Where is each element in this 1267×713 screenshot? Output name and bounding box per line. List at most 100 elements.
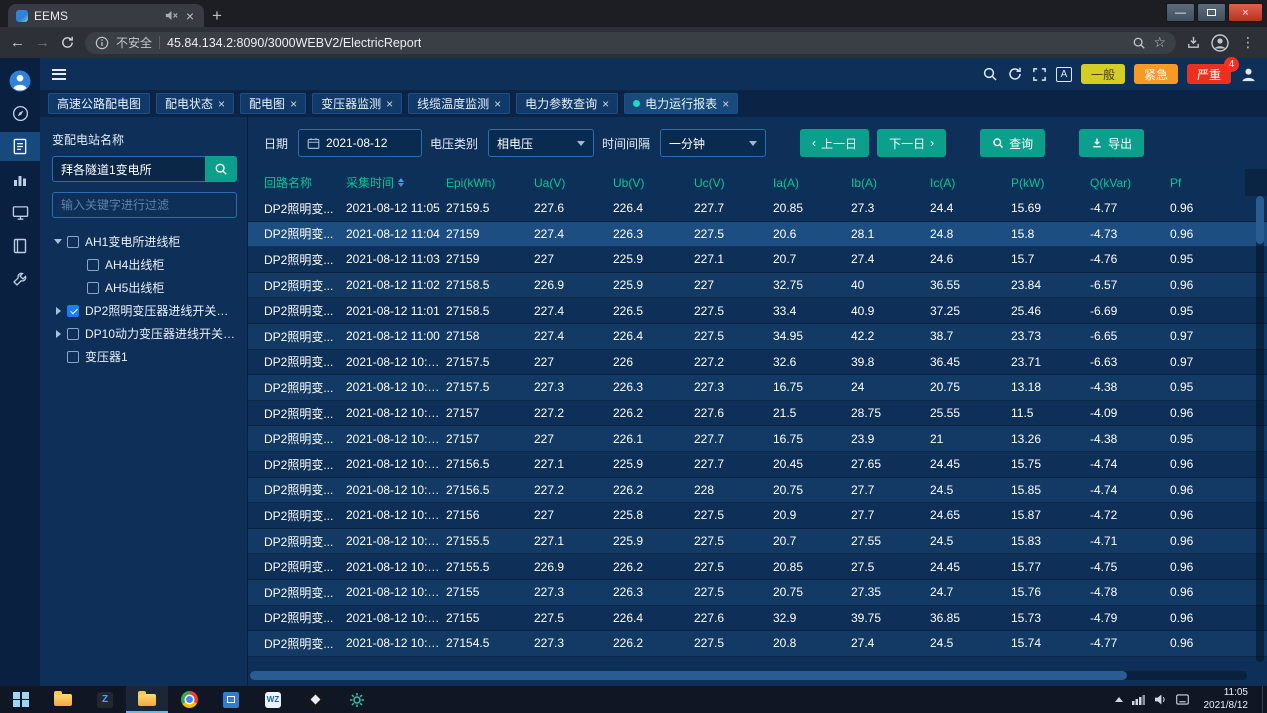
profile-avatar-icon[interactable] xyxy=(1211,34,1229,52)
table-row[interactable]: DP2照明变...2021-08-12 11:0327159227225.922… xyxy=(248,247,1267,273)
tree-item-label[interactable]: AH5出线柜 xyxy=(105,279,164,296)
station-search-button[interactable] xyxy=(205,156,237,182)
window-close-button[interactable]: × xyxy=(1228,3,1263,22)
workspace-tab[interactable]: 线缆温度监测× xyxy=(408,93,510,114)
sort-ascending-icon[interactable] xyxy=(398,178,404,182)
tree-item-label[interactable]: AH1变电所进线柜 xyxy=(85,233,180,250)
tab-close-icon[interactable]: × xyxy=(494,98,501,110)
vertical-scrollbar[interactable] xyxy=(1256,196,1264,662)
table-row[interactable]: DP2照明变...2021-08-12 10:5127155.5226.9226… xyxy=(248,554,1267,580)
taskbar-app-z-icon[interactable]: Z xyxy=(84,686,126,713)
blue-window-app-icon[interactable] xyxy=(210,686,252,713)
voltage-type-select[interactable]: 相电压 xyxy=(488,129,594,157)
station-search-input[interactable] xyxy=(52,156,205,182)
new-tab-button[interactable]: + xyxy=(212,7,222,24)
report-icon[interactable] xyxy=(0,132,40,161)
tree-checkbox[interactable] xyxy=(67,236,79,248)
table-row[interactable]: DP2照明变...2021-08-12 10:5227155.5227.1225… xyxy=(248,529,1267,555)
browser-tab[interactable]: EEMS × xyxy=(8,4,204,27)
refresh-button[interactable] xyxy=(60,35,75,50)
workspace-tab[interactable]: 配电状态× xyxy=(156,93,234,114)
network-icon[interactable] xyxy=(1132,694,1145,705)
column-header[interactable]: Epi(kWh) xyxy=(446,176,534,190)
tab-close-icon[interactable]: × xyxy=(722,98,729,110)
column-header[interactable]: Ua(V) xyxy=(534,176,613,190)
refresh-icon[interactable] xyxy=(1007,66,1023,82)
info-icon[interactable] xyxy=(95,36,109,50)
tree-item[interactable]: AH5出线柜 xyxy=(52,276,237,299)
column-header[interactable]: Ic(A) xyxy=(930,176,1011,190)
tab-close-icon[interactable]: × xyxy=(290,98,297,110)
table-row[interactable]: DP2照明变...2021-08-12 10:5627157227226.122… xyxy=(248,426,1267,452)
tree-checkbox[interactable] xyxy=(67,328,79,340)
menu-toggle-icon[interactable] xyxy=(52,69,66,80)
column-header[interactable]: Uc(V) xyxy=(694,176,773,190)
language-icon[interactable]: A xyxy=(1056,67,1072,82)
chrome-icon[interactable] xyxy=(168,686,210,713)
prev-day-button[interactable]: ‹ 上一日 xyxy=(800,129,869,157)
tray-expand-icon[interactable] xyxy=(1115,697,1123,702)
tab-audio-muted-icon[interactable] xyxy=(165,10,178,21)
browser-menu-icon[interactable]: ⋮ xyxy=(1239,34,1257,51)
forward-button[interactable]: → xyxy=(35,35,50,50)
alert-critical-button[interactable]: 严重 4 xyxy=(1187,64,1231,84)
tree-item[interactable]: AH1变电所进线柜 xyxy=(52,230,237,253)
taskbar-clock[interactable]: 11:05 2021/8/12 xyxy=(1198,687,1255,712)
column-header[interactable]: Q(kVar) xyxy=(1090,176,1170,190)
table-row[interactable]: DP2照明变...2021-08-12 10:4927155227.5226.4… xyxy=(248,606,1267,632)
sort-descending-icon[interactable] xyxy=(398,183,404,187)
workspace-tab[interactable]: 电力运行报表× xyxy=(624,93,738,114)
table-row[interactable]: DP2照明变...2021-08-12 11:0527159.5227.6226… xyxy=(248,196,1267,222)
bookmark-star-icon[interactable]: ☆ xyxy=(1153,34,1166,51)
search-icon[interactable] xyxy=(982,66,998,82)
dark-app-icon[interactable] xyxy=(294,686,336,713)
table-row[interactable]: DP2照明变...2021-08-12 10:5327156227225.822… xyxy=(248,503,1267,529)
tree-item-label[interactable]: DP10动力变压器进线开关及控制室 xyxy=(85,325,237,342)
column-header[interactable]: Ub(V) xyxy=(613,176,694,190)
workspace-tab[interactable]: 高速公路配电图 xyxy=(48,93,150,114)
address-bar[interactable]: 不安全 45.84.134.2:8090/3000WEBV2/ElectricR… xyxy=(85,32,1176,54)
table-row[interactable]: DP2照明变...2021-08-12 11:0027158227.4226.4… xyxy=(248,324,1267,350)
table-row[interactable]: DP2照明变...2021-08-12 11:0227158.5226.9225… xyxy=(248,273,1267,299)
tree-item[interactable]: 变压器1 xyxy=(52,345,237,368)
tree-item[interactable]: AH4出线柜 xyxy=(52,253,237,276)
tree-filter-input[interactable] xyxy=(52,192,237,218)
interval-select[interactable]: 一分钟 xyxy=(660,129,766,157)
workspace-tab[interactable]: 变压器监测× xyxy=(312,93,402,114)
tab-close-icon[interactable]: × xyxy=(218,98,225,110)
compass-icon[interactable] xyxy=(0,99,40,128)
vertical-scrollbar-thumb[interactable] xyxy=(1256,196,1264,244)
zoom-icon[interactable] xyxy=(1132,36,1146,50)
settings-gear-icon[interactable] xyxy=(336,686,378,713)
table-row[interactable]: DP2照明变...2021-08-12 10:5527156.5227.1225… xyxy=(248,452,1267,478)
tree-checkbox[interactable] xyxy=(87,259,99,271)
tools-icon[interactable] xyxy=(0,264,40,293)
tab-close-icon[interactable]: × xyxy=(184,9,196,23)
horizontal-scrollbar-thumb[interactable] xyxy=(250,671,1127,680)
back-button[interactable]: ← xyxy=(10,35,25,50)
open-folder-icon[interactable] xyxy=(126,686,168,713)
column-header[interactable]: Ia(A) xyxy=(773,176,851,190)
column-header[interactable]: 采集时间 xyxy=(346,174,446,191)
column-header[interactable]: P(kW) xyxy=(1011,176,1090,190)
date-picker[interactable]: 2021-08-12 xyxy=(298,129,422,157)
bar-chart-icon[interactable] xyxy=(0,165,40,194)
security-label[interactable]: 不安全 xyxy=(116,34,152,51)
table-row[interactable]: DP2照明变...2021-08-12 11:0427159227.4226.3… xyxy=(248,222,1267,248)
tree-checkbox[interactable] xyxy=(67,305,79,317)
sort-caret-icon[interactable] xyxy=(398,178,404,187)
wz-app-icon[interactable]: WZ xyxy=(252,686,294,713)
tree-expander-icon[interactable] xyxy=(52,305,64,317)
query-button[interactable]: 查询 xyxy=(980,129,1045,157)
column-header[interactable]: Ib(A) xyxy=(851,176,930,190)
alert-urgent-button[interactable]: 紧急 xyxy=(1134,64,1178,84)
table-row[interactable]: DP2照明变...2021-08-12 10:4827154.5227.3226… xyxy=(248,631,1267,657)
table-row[interactable]: DP2照明变...2021-08-12 10:5427156.5227.2226… xyxy=(248,478,1267,504)
workspace-tab[interactable]: 电力参数查询× xyxy=(516,93,618,114)
tree-expander-icon[interactable] xyxy=(52,236,64,248)
table-row[interactable]: DP2照明变...2021-08-12 10:5727157227.2226.2… xyxy=(248,401,1267,427)
tree-expander-icon[interactable] xyxy=(52,328,64,340)
volume-icon[interactable] xyxy=(1154,694,1167,705)
window-maximize-button[interactable] xyxy=(1197,3,1226,22)
tree-item[interactable]: DP2照明变压器进线开关及控制室 xyxy=(52,299,237,322)
